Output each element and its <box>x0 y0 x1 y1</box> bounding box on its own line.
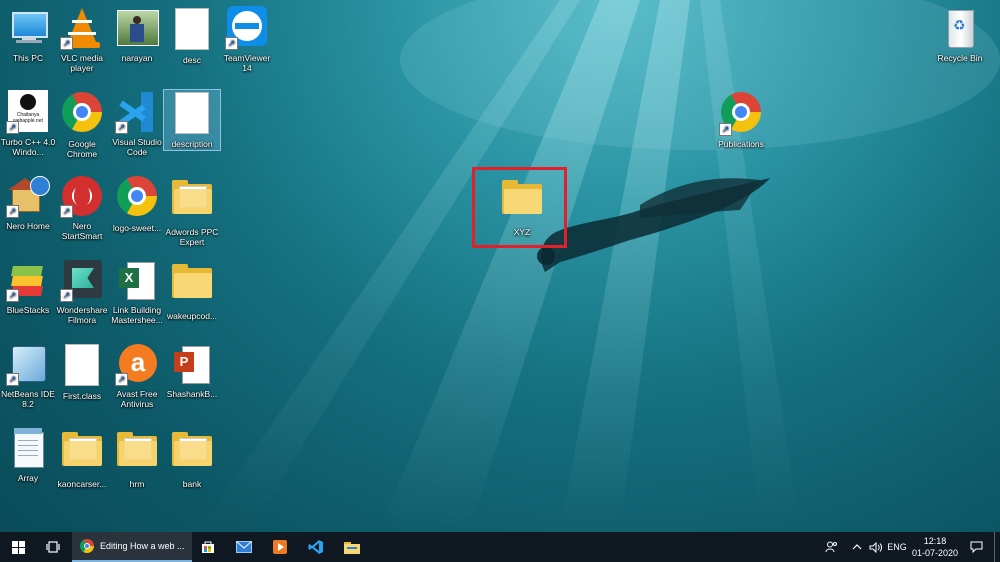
desktop-icon-link-building[interactable]: X Link Building Mastershee... <box>109 258 165 325</box>
mail-icon <box>236 541 252 553</box>
notepad-icon <box>6 426 50 470</box>
shortcut-arrow-icon: ↗ <box>6 373 19 386</box>
netbeans-cube-icon: ↗ <box>6 342 50 386</box>
shortcut-arrow-icon: ↗ <box>225 37 238 50</box>
shortcut-arrow-icon: ↗ <box>60 37 73 50</box>
notification-icon <box>970 541 982 553</box>
desktop-icon-narayan[interactable]: narayan <box>109 6 165 63</box>
desktop-icon-nero-startsmart[interactable]: ↗ Nero StartSmart <box>54 174 110 241</box>
desktop-icon-filmora[interactable]: ↗ Wondershare Filmora <box>54 258 110 325</box>
desktop-icon-turbo-cpp[interactable]: Chaitanya webapple.net ↗ Turbo C++ 4.0 W… <box>0 90 56 157</box>
desktop-icon-wakeupcod[interactable]: wakeupcod... <box>164 258 220 321</box>
desktop-icon-hrm[interactable]: hrm <box>109 426 165 489</box>
text-file-icon <box>175 92 209 134</box>
vscode-icon <box>308 540 323 554</box>
shortcut-arrow-icon: ↗ <box>6 121 19 134</box>
powerpoint-icon: P <box>170 342 214 386</box>
desktop-icon-description[interactable]: description <box>163 89 221 151</box>
people-button[interactable] <box>822 532 840 562</box>
volume-button[interactable] <box>866 532 884 562</box>
chevron-up-icon <box>852 544 862 550</box>
desktop-icon-avast[interactable]: a ↗ Avast Free Antivirus <box>109 342 165 409</box>
shortcut-arrow-icon: ↗ <box>60 205 73 218</box>
desktop-icon-nero-home[interactable]: ↗ Nero Home <box>0 174 56 231</box>
nero-home-icon: ↗ <box>6 174 50 218</box>
desktop-icon-publications[interactable]: ↗ Publications <box>713 90 769 149</box>
desktop-icon-teamviewer[interactable]: ↗ TeamViewer 14 <box>219 6 275 73</box>
input-language-button[interactable]: ENG <box>884 532 910 562</box>
folder-icon <box>172 180 212 214</box>
folder-icon <box>62 432 102 466</box>
desktop-icon-recycle-bin[interactable]: ♻ Recycle Bin <box>932 6 988 63</box>
taskbar-media-button[interactable] <box>266 532 294 562</box>
text-file-icon <box>175 8 209 50</box>
windows-logo-icon <box>11 540 25 554</box>
desktop-icon-array[interactable]: Array <box>0 426 56 483</box>
desktop-icon-this-pc[interactable]: This PC <box>0 6 56 63</box>
vscode-icon: ↗ <box>115 90 159 134</box>
filmora-icon: ↗ <box>60 258 104 302</box>
photo-thumbnail-icon <box>115 6 159 50</box>
highlight-rectangle <box>472 167 567 248</box>
desktop-icon-bluestacks[interactable]: ↗ BlueStacks <box>0 258 56 315</box>
shortcut-arrow-icon: ↗ <box>719 123 732 136</box>
clock-date: 01-07-2020 <box>911 548 959 558</box>
shortcut-arrow-icon: ↗ <box>115 373 128 386</box>
teamviewer-icon: ↗ <box>225 6 269 50</box>
desktop-icon-bank[interactable]: bank <box>164 426 220 489</box>
excel-icon: X <box>115 258 159 302</box>
desktop-icon-logo-sweet[interactable]: logo-sweet... <box>109 174 165 233</box>
nero-startsmart-icon: ↗ <box>60 174 104 218</box>
show-desktop-button[interactable] <box>994 532 999 562</box>
desktop-icon-vlc[interactable]: ↗ VLC media player <box>54 6 110 73</box>
chrome-icon <box>62 92 102 132</box>
store-bag-icon <box>202 541 214 553</box>
task-view-button[interactable] <box>38 532 68 562</box>
shortcut-arrow-icon: ↗ <box>115 121 128 134</box>
task-view-icon <box>46 541 60 553</box>
apple-logo-icon: Chaitanya webapple.net ↗ <box>6 90 50 134</box>
file-explorer-icon <box>344 541 360 554</box>
avast-icon: a ↗ <box>115 342 159 386</box>
media-player-icon <box>273 540 287 554</box>
desktop-icon-shashankb[interactable]: P ShashankB... <box>164 342 220 399</box>
taskbar-file-explorer-button[interactable] <box>338 532 366 562</box>
desktop-icon-desc[interactable]: desc <box>164 6 220 65</box>
recycle-bin-icon: ♻ <box>938 6 982 50</box>
speaker-icon <box>869 541 882 553</box>
taskbar-store-button[interactable] <box>194 532 222 562</box>
start-button[interactable] <box>0 532 36 562</box>
desktop-icon-first-class[interactable]: First.class <box>54 342 110 401</box>
taskbar-vscode-button[interactable] <box>302 532 330 562</box>
desktop-icon-kaoncarser[interactable]: kaoncarser... <box>54 426 110 489</box>
clock-button[interactable]: 12:18 01-07-2020 <box>910 532 960 562</box>
shortcut-arrow-icon: ↗ <box>6 205 19 218</box>
chrome-icon <box>117 176 157 216</box>
desktop-icon-google-chrome[interactable]: Google Chrome <box>54 90 110 159</box>
chrome-icon <box>80 539 94 553</box>
action-center-button[interactable] <box>962 532 990 562</box>
people-icon <box>825 541 837 553</box>
blank-file-icon <box>65 344 99 386</box>
taskbar-chrome-window[interactable]: Editing How a web ... <box>72 532 192 562</box>
folder-icon <box>117 432 157 466</box>
show-hidden-icons-button[interactable] <box>848 532 866 562</box>
desktop-icon-adwords[interactable]: Adwords PPC Expert <box>164 174 220 247</box>
taskbar-mail-button[interactable] <box>230 532 258 562</box>
clock-time: 12:18 <box>923 536 947 546</box>
taskbar: Editing How a web ... ENG 12:18 01-07-20… <box>0 532 1000 562</box>
vlc-cone-icon: ↗ <box>60 6 104 50</box>
folder-icon <box>172 432 212 466</box>
desktop-icon-vscode[interactable]: ↗ Visual Studio Code <box>109 90 165 157</box>
shortcut-arrow-icon: ↗ <box>6 289 19 302</box>
bluestacks-icon: ↗ <box>6 258 50 302</box>
shortcut-arrow-icon: ↗ <box>60 289 73 302</box>
desktop-icon-netbeans[interactable]: ↗ NetBeans IDE 8.2 <box>0 342 56 409</box>
computer-icon <box>6 6 50 50</box>
folder-icon <box>172 264 212 298</box>
